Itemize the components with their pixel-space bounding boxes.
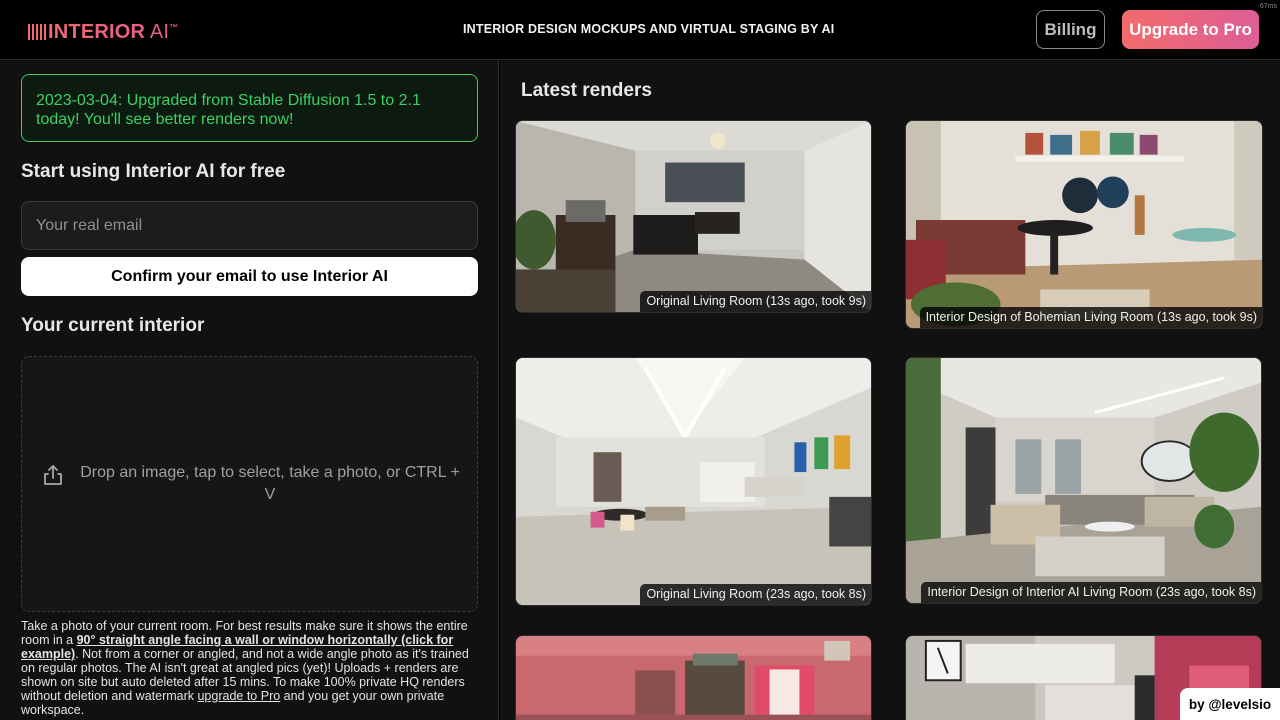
image-dropzone[interactable]: Drop an image, tap to select, take a pho… — [21, 356, 478, 612]
logo-bars-icon — [28, 24, 46, 40]
render-caption: Interior Design of Interior AI Living Ro… — [921, 582, 1261, 603]
top-header: INTERIOR AI™ INTERIOR DESIGN MOCKUPS AND… — [0, 0, 1280, 60]
upgrade-to-pro-button[interactable]: Upgrade to Pro — [1122, 10, 1259, 49]
upload-icon — [44, 465, 62, 485]
render-image — [906, 358, 1261, 603]
logo-text: INTERIOR AI™ — [48, 20, 179, 43]
render-image — [516, 636, 871, 720]
render-caption: Interior Design of Bohemian Living Room … — [919, 307, 1262, 328]
confirm-email-button[interactable]: Confirm your email to use Interior AI — [21, 257, 478, 296]
dropzone-text: Drop an image, tap to select, take a pho… — [80, 464, 460, 503]
current-interior-heading: Your current interior — [21, 315, 205, 336]
render-card[interactable]: Interior Design of Bohemian Living Room … — [905, 120, 1263, 329]
render-card[interactable]: Original Living Room (23s ago, took 8s) — [515, 357, 872, 606]
latest-renders-heading: Latest renders — [521, 80, 652, 101]
render-image — [906, 121, 1262, 328]
start-heading: Start using Interior AI for free — [21, 161, 286, 182]
render-card[interactable]: Interior Design of Interior AI Living Ro… — [905, 357, 1262, 604]
left-panel: 2023-03-04: Upgraded from Stable Diffusi… — [0, 60, 499, 720]
billing-button[interactable]: Billing — [1036, 10, 1105, 49]
by-levelsio-badge[interactable]: by @levelsio — [1180, 688, 1280, 720]
render-image — [516, 121, 871, 312]
render-image — [516, 358, 871, 605]
logo[interactable]: INTERIOR AI™ — [28, 20, 178, 44]
render-caption: Original Living Room (13s ago, took 9s) — [640, 291, 871, 312]
update-notice: 2023-03-04: Upgraded from Stable Diffusi… — [21, 74, 478, 142]
timing-label: 67ms — [1259, 3, 1277, 10]
render-card[interactable] — [515, 635, 872, 720]
render-caption: Original Living Room (23s ago, took 8s) — [640, 584, 871, 605]
upgrade-to-pro-link[interactable]: upgrade to Pro — [197, 689, 280, 703]
header-tagline: INTERIOR DESIGN MOCKUPS AND VIRTUAL STAG… — [463, 22, 835, 36]
photo-help-text: Take a photo of your current room. For b… — [21, 619, 469, 717]
latest-renders-panel: Latest renders Original Living Room (13s… — [500, 60, 1280, 720]
email-input[interactable] — [21, 201, 478, 250]
render-card[interactable]: Original Living Room (13s ago, took 9s) — [515, 120, 872, 313]
